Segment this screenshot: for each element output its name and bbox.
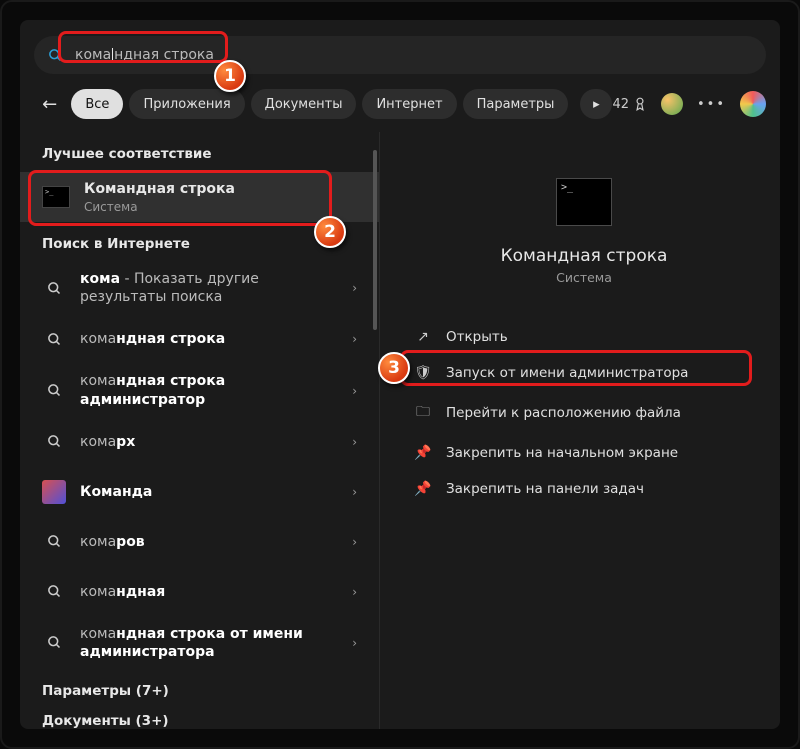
back-button[interactable]: ←: [34, 88, 65, 120]
web-result[interactable]: Команда ›: [20, 467, 379, 517]
app-category: Система: [556, 270, 612, 285]
web-result[interactable]: комаров ›: [20, 517, 379, 567]
heading-web: Поиск в Интернете: [20, 222, 379, 262]
web-result[interactable]: командная строка от имени администратора…: [20, 617, 379, 669]
search-icon: [42, 327, 66, 351]
action-run-as-admin[interactable]: 🛡 Запуск от имени администратора: [408, 355, 760, 391]
pin-icon: 📌: [414, 445, 432, 461]
web-result[interactable]: командная строка ›: [20, 314, 379, 364]
preview-pane: Командная строка Система ↗ Открыть 🛡 Зап…: [380, 132, 780, 729]
chevron-right-icon: ›: [352, 435, 357, 449]
heading-best-match: Лучшее соответствие: [20, 132, 379, 172]
tab-more[interactable]: ▸: [580, 89, 612, 119]
search-icon: [42, 631, 66, 655]
search-input[interactable]: командная строка: [34, 36, 766, 74]
chevron-right-icon: ›: [352, 636, 357, 650]
chevron-right-icon: ›: [352, 384, 357, 398]
chevron-right-icon: ›: [352, 535, 357, 549]
action-pin-start[interactable]: 📌 Закрепить на начальном экране: [408, 435, 760, 471]
action-open[interactable]: ↗ Открыть: [408, 319, 760, 355]
tab-all[interactable]: Все: [71, 89, 123, 119]
chevron-right-icon: ›: [352, 281, 357, 295]
chevron-right-icon: ›: [352, 585, 357, 599]
cmd-icon: [42, 186, 70, 208]
user-avatar[interactable]: [661, 93, 683, 115]
app-icon-cmd: [556, 178, 612, 226]
tab-settings[interactable]: Параметры: [463, 89, 569, 119]
rewards-points[interactable]: 42: [612, 97, 647, 112]
start-search-window: командная строка ← Все Приложения Докуме…: [20, 20, 780, 729]
search-icon: [48, 48, 63, 63]
action-file-location[interactable]: 🗀 Перейти к расположению файла: [408, 391, 760, 435]
search-icon: [42, 379, 66, 403]
team-icon: [42, 480, 66, 504]
heading-settings[interactable]: Параметры (7+): [20, 669, 379, 709]
ellipsis-button[interactable]: •••: [697, 97, 726, 112]
web-result[interactable]: командная строка администратор ›: [20, 364, 379, 416]
tab-documents[interactable]: Документы: [251, 89, 357, 119]
open-icon: ↗: [414, 329, 432, 345]
search-icon: [42, 276, 66, 300]
scrollbar[interactable]: [373, 150, 377, 330]
folder-icon: 🗀: [414, 401, 432, 425]
web-result[interactable]: комарх ›: [20, 417, 379, 467]
result-best-cmd[interactable]: Командная строка Система: [20, 172, 379, 222]
web-result[interactable]: кома - Показать другие результаты поиска…: [20, 262, 379, 314]
results-list: Лучшее соответствие Командная строка Сис…: [20, 132, 380, 729]
pin-icon: 📌: [414, 481, 432, 497]
search-icon: [42, 530, 66, 554]
tab-internet[interactable]: Интернет: [362, 89, 456, 119]
tab-apps[interactable]: Приложения: [129, 89, 244, 119]
app-name: Командная строка: [501, 246, 668, 266]
search-query: командная строка: [75, 47, 214, 63]
copilot-icon[interactable]: [740, 91, 766, 117]
heading-documents[interactable]: Документы (3+): [20, 709, 379, 729]
search-icon: [42, 580, 66, 604]
chevron-right-icon: ›: [352, 332, 357, 346]
filter-nav: ← Все Приложения Документы Интернет Пара…: [34, 86, 766, 122]
shield-icon: 🛡: [414, 365, 432, 381]
search-icon: [42, 430, 66, 454]
web-result[interactable]: командная ›: [20, 567, 379, 617]
chevron-right-icon: ›: [352, 485, 357, 499]
action-pin-taskbar[interactable]: 📌 Закрепить на панели задач: [408, 471, 760, 507]
